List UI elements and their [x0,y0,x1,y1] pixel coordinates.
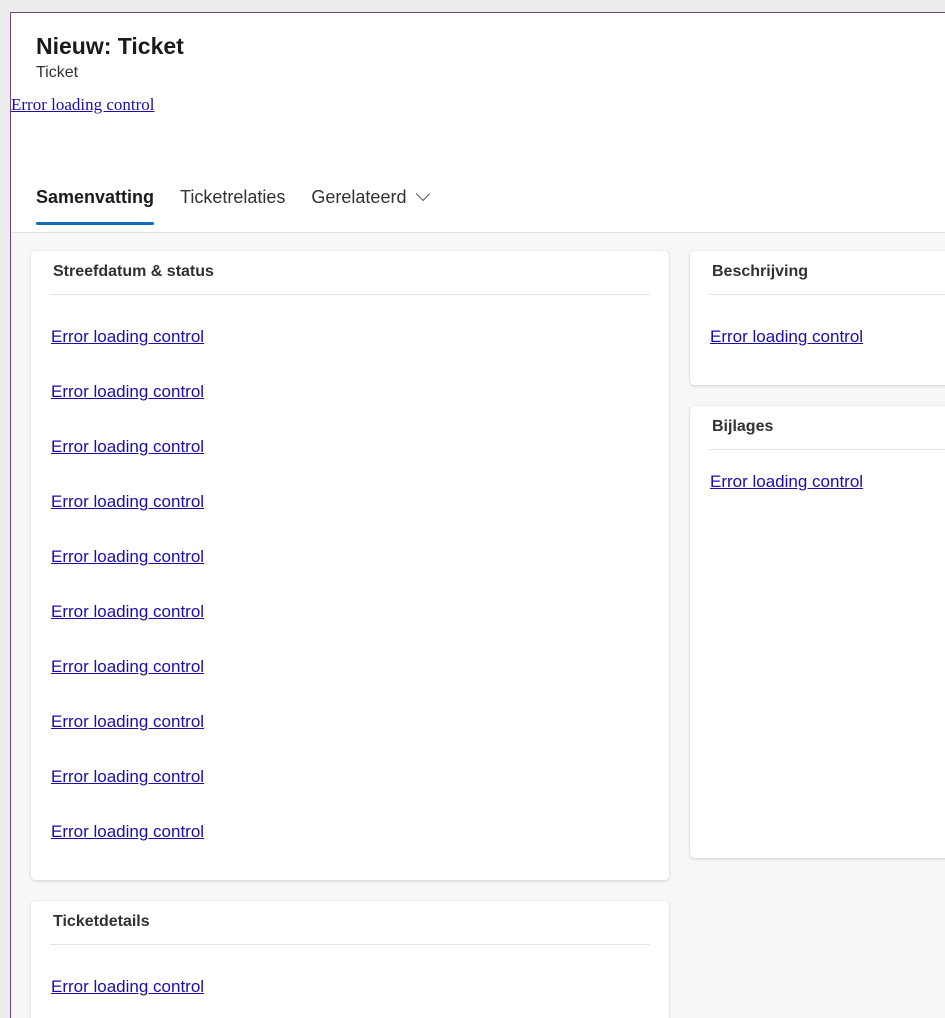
section-title: Streefdatum & status [53,263,214,280]
tab-ticketrelaties[interactable]: Ticketrelaties [180,185,285,225]
error-loading-control-link[interactable]: Error loading control [51,602,204,622]
tab-label: Ticketrelaties [180,187,286,207]
error-loading-control-link[interactable]: Error loading control [51,657,204,677]
section-divider [50,944,650,945]
tab-list: Samenvatting Ticketrelaties Gerelateerd [36,185,454,231]
section-streefdatum-status: Streefdatum & status Error loading contr… [31,251,669,880]
error-loading-control-link[interactable]: Error loading control [51,547,204,567]
section-divider [50,294,650,295]
section-title: Bijlages [712,418,774,435]
page-title: Nieuw: Ticket [36,33,184,59]
section-divider [709,294,945,295]
error-loading-control-link[interactable]: Error loading control [51,977,204,997]
error-loading-control-link[interactable]: Error loading control [710,327,863,347]
form-header: Nieuw: Ticket Ticket Error loading contr… [11,13,945,233]
tab-label: Gerelateerd [311,187,407,207]
error-loading-control-link[interactable]: Error loading control [51,492,204,512]
tab-samenvatting[interactable]: Samenvatting [36,185,155,225]
header-error-link[interactable]: Error loading control [11,95,155,115]
tab-label: Samenvatting [36,187,155,207]
error-loading-control-link[interactable]: Error loading control [51,327,204,347]
error-loading-control-link[interactable]: Error loading control [51,382,204,402]
section-title: Ticketdetails [53,913,150,930]
error-loading-control-link[interactable]: Error loading control [710,472,863,492]
error-loading-control-link[interactable]: Error loading control [51,822,204,842]
app-window: Nieuw: Ticket Ticket Error loading contr… [10,12,945,1018]
entity-type-label: Ticket [36,64,79,81]
error-loading-control-link[interactable]: Error loading control [51,712,204,732]
error-loading-control-link[interactable]: Error loading control [51,767,204,787]
error-loading-control-link[interactable]: Error loading control [51,437,204,457]
section-title: Beschrijving [712,263,809,280]
section-divider [709,449,945,450]
section-beschrijving: Beschrijving Error loading control [690,251,945,385]
section-ticketdetails: Ticketdetails Error loading control [31,901,669,1018]
section-bijlages: Bijlages Error loading control [690,406,945,858]
tab-gerelateerd[interactable]: Gerelateerd [311,185,431,225]
chevron-down-icon [416,186,431,202]
